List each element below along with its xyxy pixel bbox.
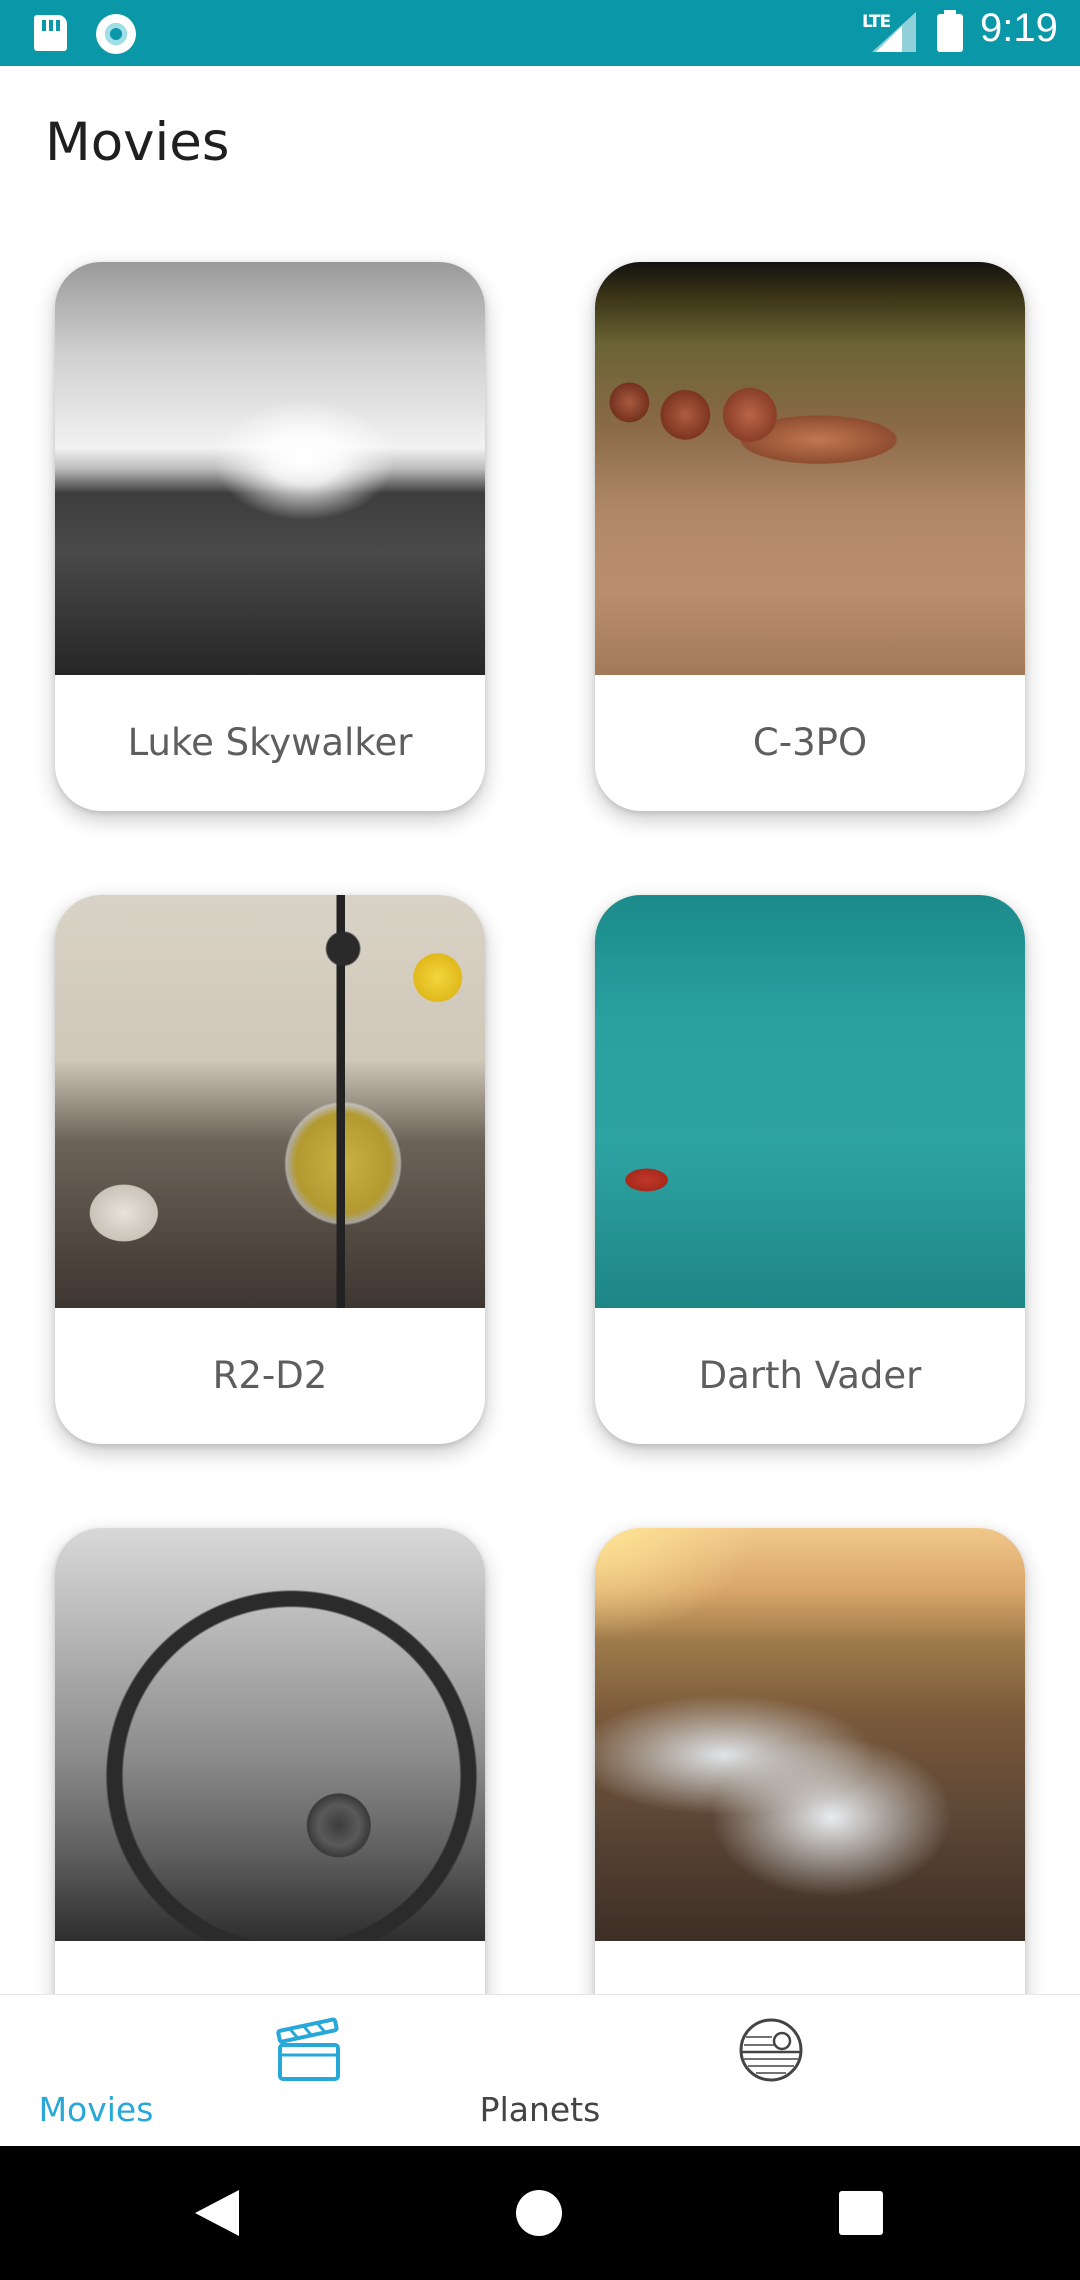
movie-card[interactable]: C-3PO: [595, 262, 1025, 811]
nav-label-planets: Planets: [479, 2090, 601, 2129]
movie-card[interactable]: [595, 1528, 1025, 1994]
movie-card[interactable]: R2-D2: [55, 895, 485, 1444]
card-label: R2-D2: [212, 1354, 328, 1397]
movie-card[interactable]: Luke Skywalker: [55, 262, 485, 811]
card-label: [55, 1941, 485, 1994]
clapperboard-icon: [276, 2017, 340, 2081]
card-image: [55, 895, 485, 1308]
recent-apps-icon[interactable]: [839, 2191, 883, 2235]
bottom-navigation: Movies Planets: [0, 1994, 1080, 2146]
card-label: Darth Vader: [698, 1354, 922, 1397]
movie-grid: Luke Skywalker C-3PO R2-D2 Darth Vader: [0, 0, 1080, 1994]
card-image: [55, 1528, 485, 1941]
movie-card[interactable]: Darth Vader: [595, 895, 1025, 1444]
card-label: C-3PO: [752, 721, 868, 764]
system-navigation-bar: [0, 2146, 1080, 2280]
home-icon[interactable]: [516, 2190, 562, 2236]
card-image: [595, 262, 1025, 675]
card-label: [595, 1941, 1025, 1994]
movie-card[interactable]: [55, 1528, 485, 1994]
card-image: [55, 262, 485, 675]
card-image: [595, 895, 1025, 1308]
back-icon[interactable]: [195, 2190, 239, 2236]
card-label: Luke Skywalker: [127, 721, 413, 764]
death-star-icon: [739, 2018, 803, 2082]
nav-item-planets[interactable]: Planets: [480, 1995, 1040, 2147]
card-image: [595, 1528, 1025, 1941]
